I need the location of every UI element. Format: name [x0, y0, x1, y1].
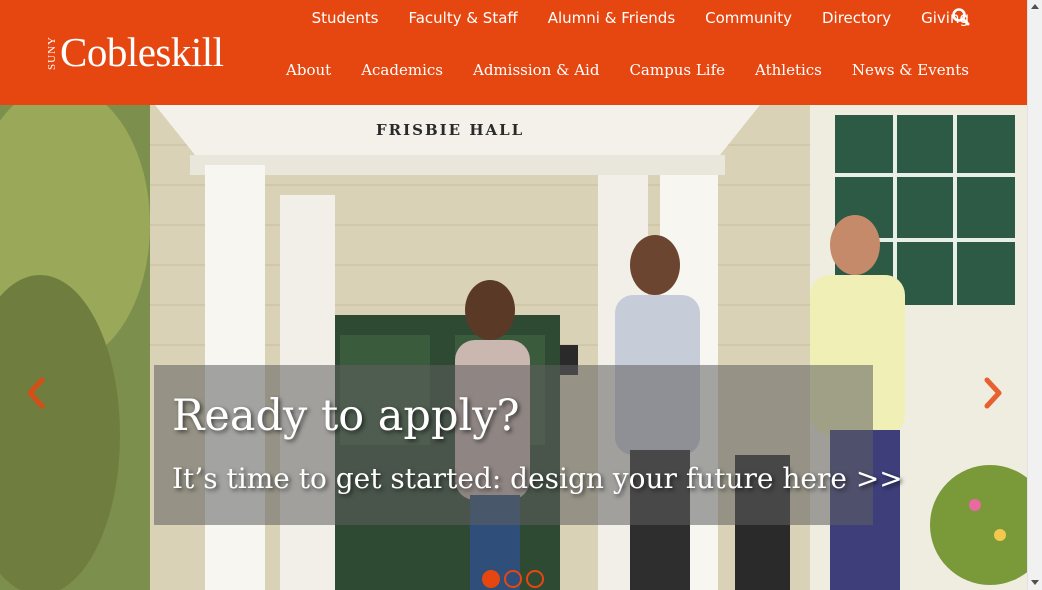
main-nav-academics[interactable]: Academics: [361, 60, 443, 80]
page-scrollbar[interactable]: [1027, 0, 1042, 590]
main-nav-athletics[interactable]: Athletics: [755, 60, 822, 80]
scroll-down-arrow-icon[interactable]: [1031, 580, 1039, 585]
utility-nav-directory[interactable]: Directory: [822, 8, 891, 28]
main-nav: About Academics Admission & Aid Campus L…: [256, 60, 969, 80]
hero-caption-title: Ready to apply?: [172, 391, 520, 441]
hero-caption: Ready to apply? It’s time to get started…: [154, 365, 903, 525]
carousel-dot-1[interactable]: [482, 570, 500, 588]
chevron-right-icon[interactable]: [983, 377, 1003, 409]
logo-suny-text: SUNY: [46, 36, 58, 70]
site-logo[interactable]: SUNY Cobleskill: [46, 29, 224, 75]
hero-caption-link[interactable]: It’s time to get started: design your fu…: [172, 462, 903, 495]
main-nav-campus-life[interactable]: Campus Life: [629, 60, 725, 80]
utility-nav-students[interactable]: Students: [312, 8, 379, 28]
main-nav-about[interactable]: About: [286, 60, 331, 80]
site-header: SUNY Cobleskill Students Faculty & Staff…: [0, 0, 1027, 105]
search-icon[interactable]: [951, 7, 971, 27]
main-nav-news-events[interactable]: News & Events: [852, 60, 969, 80]
utility-nav-faculty-staff[interactable]: Faculty & Staff: [408, 8, 517, 28]
carousel-indicators: [482, 570, 544, 588]
hero-carousel: FRISBIE HALL Ready to apply? It’s time t…: [0, 105, 1027, 590]
utility-nav: Students Faculty & Staff Alumni & Friend…: [282, 8, 969, 28]
utility-nav-community[interactable]: Community: [705, 8, 792, 28]
carousel-dot-2[interactable]: [504, 570, 522, 588]
main-nav-admission-aid[interactable]: Admission & Aid: [473, 60, 599, 80]
logo-name-text: Cobleskill: [60, 29, 224, 75]
scroll-up-arrow-icon[interactable]: [1031, 4, 1039, 9]
page: SUNY Cobleskill Students Faculty & Staff…: [0, 0, 1027, 590]
chevron-left-icon[interactable]: [26, 377, 46, 409]
utility-nav-alumni-friends[interactable]: Alumni & Friends: [548, 8, 675, 28]
building-sign: FRISBIE HALL: [376, 121, 525, 139]
carousel-dot-3[interactable]: [526, 570, 544, 588]
